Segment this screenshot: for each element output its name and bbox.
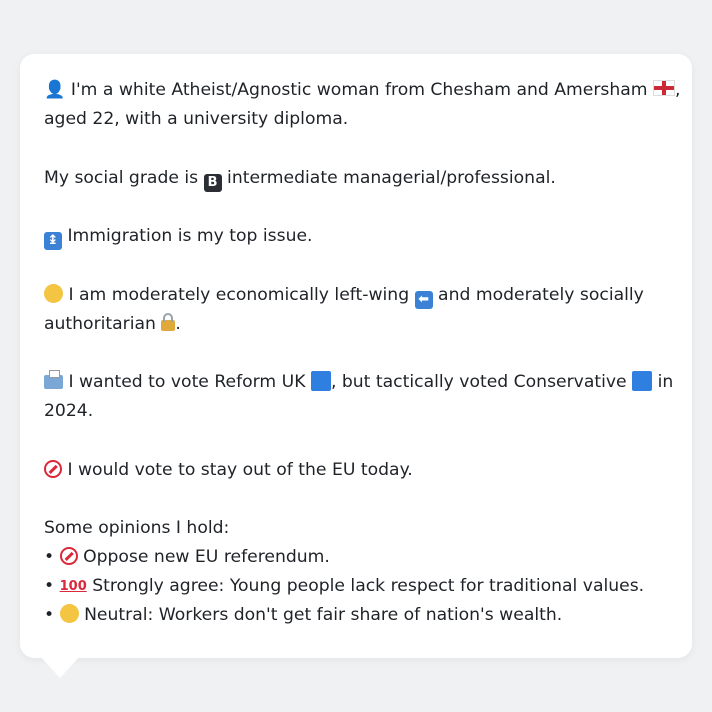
england-flag-icon [653,80,675,96]
bullet: • [44,576,55,596]
opinion-text: Neutral: Workers don't get fair share of… [78,605,563,625]
opinions-heading: Some opinions I hold: [44,518,230,538]
eu-stance-line: I would vote to stay out of the EU today… [44,456,668,485]
ideology-text-b: and moderately socially [432,284,644,305]
vote-text-c: in [652,372,674,392]
vote-text-b: , but tactically voted Conservative [330,372,633,392]
ideology-text-c: authoritarian [44,313,162,334]
hundred-points-icon: 100 [59,579,87,594]
prohibited-icon [59,547,78,565]
social-grade-prefix: My social grade is [44,167,204,188]
ideology-period: . [175,313,181,334]
vote-text-a: I wanted to vote Reform UK [63,372,311,392]
conservative-blue-square-icon [632,371,653,391]
person-icon: 👤 [44,80,66,100]
eu-stance-text: I would vote to stay out of the EU today… [62,459,413,480]
speech-bubble-tail [40,656,80,678]
passport-control-icon: ↨ [44,232,62,250]
opinion-text: Strongly agree: Young people lack respec… [86,576,645,596]
vote-year-line: 2024. [44,401,94,421]
identity-line: 👤 I'm a white Atheist/Agnostic woman fro… [44,76,680,105]
identity-comma: , [675,80,681,100]
age-education-line: aged 22, with a university diploma. [44,109,349,129]
vote-line: I wanted to vote Reform UK , but tactica… [44,368,673,397]
identity-text: I'm a white Atheist/Agnostic woman from … [65,80,653,100]
social-grade-suffix: intermediate managerial/professional. [221,167,556,188]
ideology-text-a: I am moderately economically left-wing [63,284,415,305]
ideology-line-2: authoritarian . [44,310,668,339]
ballot-box-icon [44,370,63,389]
top-issue-line: ↨ Immigration is my top issue. [44,222,668,251]
persona-message-card: 👤 I'm a white Atheist/Agnostic woman fro… [20,54,692,658]
bullet: • [44,547,55,567]
opinion-item: • 100 Strongly agree: Young people lack … [44,572,668,601]
left-arrow-icon: ⬅ [414,290,433,309]
ideology-line: I am moderately economically left-wing ⬅… [44,281,668,310]
thinking-face-icon [44,283,63,303]
opinion-item: • Oppose new EU referendum. [44,543,668,572]
reform-blue-square-icon [310,371,331,391]
social-grade-line: My social grade is B intermediate manage… [44,164,668,193]
opinion-text: Oppose new EU referendum. [77,547,330,567]
opinion-item: • Neutral: Workers don't get fair share … [44,601,668,630]
locked-icon [161,312,176,331]
bullet: • [44,605,55,625]
top-issue-text: Immigration is my top issue. [62,226,313,246]
neutral-face-icon [59,604,79,623]
prohibited-icon [44,459,62,478]
b-button-icon: B [203,173,222,192]
